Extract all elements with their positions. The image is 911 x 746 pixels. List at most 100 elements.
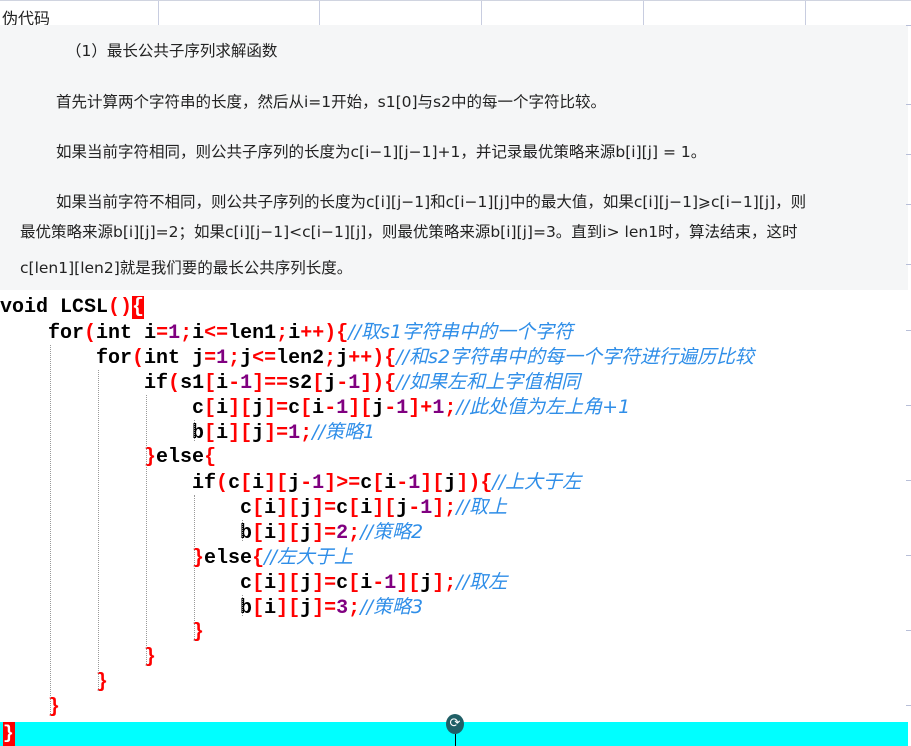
code-token-op: ; xyxy=(444,397,457,420)
code-token-op: = xyxy=(276,422,289,445)
code-token-cm: //此处值为左上角+1 xyxy=(456,396,631,418)
ruler-tick xyxy=(906,705,911,706)
code-token-op: ; xyxy=(444,497,457,520)
code-token-op: ; xyxy=(324,347,337,370)
code-token-br: ) xyxy=(324,322,337,345)
code-token-num: 1 xyxy=(216,347,229,370)
code-token-br: { xyxy=(204,446,217,469)
code-token-br: ][ xyxy=(420,472,445,495)
code-line: c[i][j]=c[i-1][j-1]+1;//此处值为左上角+1 xyxy=(0,395,911,420)
code-token-id: i xyxy=(216,372,229,395)
ruler-tick xyxy=(906,104,911,105)
ruler-tick xyxy=(906,555,911,556)
indent-guide xyxy=(50,345,51,716)
code-token-cm: //和s2字符串中的每一个字符进行遍历比较 xyxy=(396,346,755,368)
code-token-num: 1 xyxy=(420,497,433,520)
code-token-br: ] xyxy=(408,397,421,420)
code-token-br: ][ xyxy=(228,397,253,420)
code-token-id: i xyxy=(360,572,373,595)
code-token-br: ] xyxy=(432,572,445,595)
code-token-op: - xyxy=(228,372,241,395)
code-token-id: j xyxy=(252,397,265,420)
grid-line xyxy=(643,1,644,26)
code-token-num: 1 xyxy=(384,572,397,595)
code-token-cm: //策略3 xyxy=(360,596,424,618)
code-token-id: i xyxy=(264,572,277,595)
code-token-br: [ xyxy=(252,597,265,620)
indent-guide xyxy=(146,395,147,666)
code-token-cm: //策略1 xyxy=(312,421,376,443)
code-line: c[i][j]=c[i-1][j];//取左 xyxy=(0,570,911,595)
code-block[interactable]: void LCSL(){ for(int i=1;i<=len1;i++){//… xyxy=(0,295,911,720)
code-token-id: i xyxy=(252,472,265,495)
grid-line xyxy=(805,1,806,26)
code-token-kw: int xyxy=(96,322,145,345)
code-token-br: ( xyxy=(132,347,145,370)
code-token-br: ] xyxy=(312,497,325,520)
code-token-id: j xyxy=(240,347,253,370)
code-token-num: 3 xyxy=(336,597,349,620)
code-token-id: c xyxy=(228,472,241,495)
code-token-op: == xyxy=(264,372,289,395)
code-token-op: - xyxy=(396,472,409,495)
code-token-id: c xyxy=(192,397,205,420)
code-token-id: j xyxy=(336,347,349,370)
code-token-br: [ xyxy=(252,522,265,545)
grid-line xyxy=(319,1,320,26)
code-token-cm: //取左 xyxy=(456,571,508,593)
code-token-kw: else xyxy=(204,547,253,570)
code-line: }else{ xyxy=(0,445,911,470)
ruler-tick xyxy=(906,405,911,406)
code-token-id: i xyxy=(264,522,277,545)
code-token-num: 1 xyxy=(336,397,349,420)
code-token-br: { xyxy=(384,372,397,395)
grid-line xyxy=(481,1,482,26)
code-token-id: j xyxy=(444,472,457,495)
code-token-id: i xyxy=(144,322,157,345)
code-token-op: <= xyxy=(204,322,229,345)
code-token-op: ; xyxy=(348,522,361,545)
code-token-br: ] xyxy=(264,397,277,420)
code-token-id: c xyxy=(240,497,253,520)
code-token-num: 1 xyxy=(312,472,325,495)
code-line: }else{//左大于上 xyxy=(0,545,911,570)
code-token-id: j xyxy=(396,497,409,520)
rotate-handle-icon[interactable]: ⟳ xyxy=(446,714,464,734)
code-line: for(int j=1;j<=len2;j++){//和s2字符串中的每一个字符… xyxy=(0,345,911,370)
code-token-num: 1 xyxy=(408,472,421,495)
code-token-op: - xyxy=(300,472,313,495)
doc-paragraph-3b: 最优策略来源b[i][j]=2；如果c[i][j−1]<c[i−1][j]，则最… xyxy=(20,223,798,241)
code-token-id: j xyxy=(372,397,385,420)
code-token-br: ] xyxy=(360,372,373,395)
code-token-br: [ xyxy=(348,572,361,595)
code-token-br: ][ xyxy=(276,572,301,595)
code-token-br: [ xyxy=(372,472,385,495)
code-token-id: j xyxy=(300,572,313,595)
code-token-id: j xyxy=(192,347,205,370)
indent-guide xyxy=(242,595,243,616)
code-token-id: j xyxy=(300,522,313,545)
ruler-tick xyxy=(906,264,911,265)
code-token-br: ( xyxy=(84,322,97,345)
code-token-id: len1 xyxy=(228,322,277,345)
code-token-num: 2 xyxy=(336,522,349,545)
code-line: } xyxy=(0,645,911,670)
code-line: if(s1[i-1]==s2[j-1]){//如果左和上字值相同 xyxy=(0,370,911,395)
indent-guide xyxy=(242,520,243,541)
spreadsheet-row: 伪代码 xyxy=(0,0,911,28)
ruler-tick xyxy=(906,630,911,631)
code-token-br: ] xyxy=(264,422,277,445)
ruler-tick xyxy=(906,154,911,155)
code-token-br: ] xyxy=(312,522,325,545)
code-token-br: ][ xyxy=(228,422,253,445)
code-token-op: = xyxy=(324,497,337,520)
code-token-kw: void LCSL xyxy=(0,296,109,319)
code-token-id: j xyxy=(324,372,337,395)
indent-guide xyxy=(194,495,195,641)
indent-guide xyxy=(98,370,99,691)
code-line: } xyxy=(0,670,911,695)
ruler-tick xyxy=(906,480,911,481)
ruler-tick xyxy=(906,204,911,205)
code-line: void LCSL(){ xyxy=(0,295,911,320)
code-token-id: len2 xyxy=(276,347,325,370)
